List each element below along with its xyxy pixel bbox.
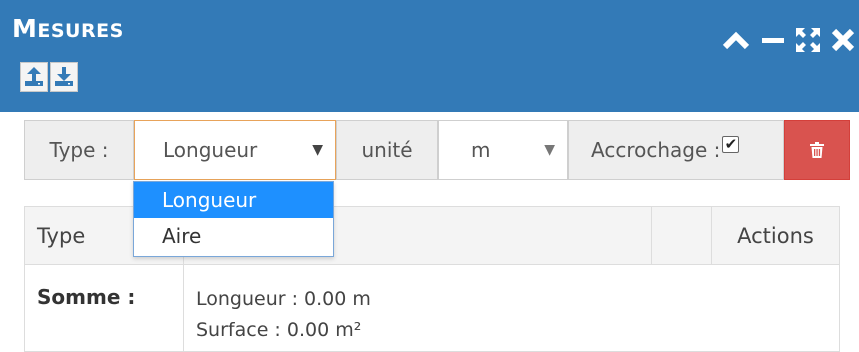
delete-button[interactable] — [784, 120, 850, 180]
upload-button[interactable] — [20, 62, 48, 92]
chevron-up-icon[interactable] — [721, 28, 751, 52]
window-controls — [721, 26, 855, 54]
dropdown-option-longueur[interactable]: Longueur — [134, 182, 333, 218]
panel-title-initial: M — [12, 14, 38, 43]
expand-icon[interactable] — [795, 27, 821, 53]
length-total: Longueur : 0.00 m — [196, 288, 371, 310]
type-dropdown-list: Longueur Aire — [133, 181, 334, 257]
type-select-value: Longueur — [163, 138, 258, 162]
caret-down-icon: ▼ — [312, 142, 323, 158]
measure-toolbar: Type : Longueur ▼ unité m ▼ Accrochage :… — [24, 120, 850, 180]
sum-values: Longueur : 0.00 m Surface : 0.00 m² — [184, 265, 371, 352]
minimize-icon[interactable] — [761, 28, 785, 52]
snap-option: Accrochage : ✔ — [568, 120, 784, 180]
surface-total: Surface : 0.00 m² — [196, 319, 362, 341]
panel-title: MESURES — [12, 14, 124, 43]
unit-select[interactable]: m ▼ — [438, 120, 568, 180]
unit-select-value: m — [471, 138, 491, 162]
column-header-actions: Actions — [737, 224, 814, 248]
caret-down-icon: ▼ — [544, 142, 555, 158]
type-label: Type : — [24, 120, 134, 180]
dropdown-option-aire[interactable]: Aire — [134, 218, 333, 254]
table-row: Somme : Longueur : 0.00 m Surface : 0.00… — [25, 265, 839, 352]
snap-label: Accrochage : — [591, 138, 721, 162]
trash-icon — [810, 142, 824, 158]
close-icon[interactable] — [831, 28, 855, 52]
panel-header: MESURES — [0, 0, 859, 112]
upload-icon — [25, 67, 43, 86]
download-icon — [55, 67, 73, 86]
snap-checkbox[interactable]: ✔ — [722, 135, 740, 153]
sum-label: Somme : — [25, 265, 184, 352]
panel-title-rest: ESURES — [37, 20, 124, 42]
column-header-blank — [652, 207, 712, 265]
unit-label: unité — [336, 120, 438, 180]
download-button[interactable] — [50, 62, 78, 92]
type-select[interactable]: Longueur ▼ — [134, 120, 336, 180]
